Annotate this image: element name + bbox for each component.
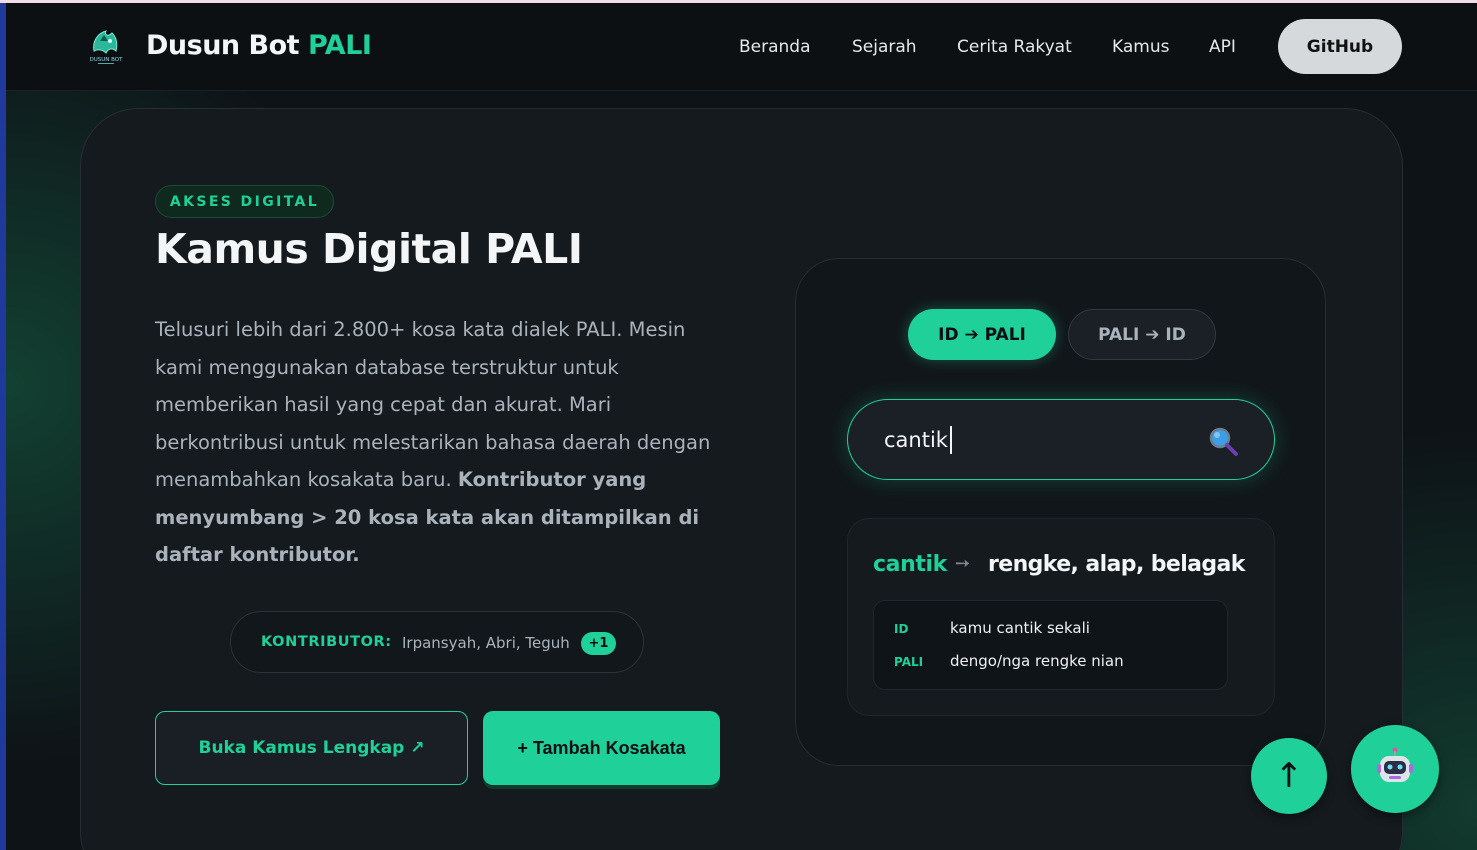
- nav-link-cerita-rakyat[interactable]: Cerita Rakyat: [957, 37, 1072, 57]
- contributor-pill: KONTRIBUTOR: Irpansyah, Abri, Teguh +1: [230, 611, 644, 673]
- brand-title[interactable]: Dusun Bot PALI: [146, 30, 372, 61]
- search-box: [847, 399, 1275, 480]
- nav-link-api[interactable]: API: [1209, 37, 1236, 57]
- github-button[interactable]: GitHub: [1278, 19, 1402, 74]
- open-dictionary-button[interactable]: Buka Kamus Lengkap ↗: [155, 711, 468, 785]
- contributor-names: Irpansyah, Abri, Teguh: [402, 634, 570, 652]
- contributor-more-badge[interactable]: +1: [581, 632, 616, 655]
- example-pali-text: dengo/nga rengke nian: [950, 652, 1124, 670]
- page-title: Kamus Digital PALI: [155, 225, 583, 273]
- nav-link-sejarah[interactable]: Sejarah: [852, 37, 917, 57]
- scroll-top-button[interactable]: ↑: [1251, 738, 1327, 814]
- example-id-text: kamu cantik sekali: [950, 619, 1090, 637]
- nav-link-kamus[interactable]: Kamus: [1112, 37, 1169, 57]
- nav-link-beranda[interactable]: Beranda: [739, 37, 811, 57]
- navbar: DUSUN BOT Dusun Bot PALI Beranda Sejarah…: [6, 3, 1477, 91]
- example-id-tag: ID: [894, 622, 909, 636]
- search-input[interactable]: [884, 424, 1184, 456]
- result-example: ID kamu cantik sekali PALI dengo/nga ren…: [873, 600, 1228, 690]
- contributor-label: KONTRIBUTOR:: [261, 634, 392, 650]
- search-icon[interactable]: [1206, 424, 1240, 458]
- logo-icon[interactable]: DUSUN BOT: [86, 25, 126, 67]
- example-pali-tag: PALI: [894, 655, 924, 669]
- add-vocabulary-button[interactable]: + Tambah Kosakata: [483, 711, 720, 785]
- result-arrow-icon: ➙: [955, 553, 971, 574]
- description: Telusuri lebih dari 2.800+ kosa kata dia…: [155, 311, 715, 574]
- chatbot-button[interactable]: [1351, 725, 1439, 813]
- description-text: Telusuri lebih dari 2.800+ kosa kata dia…: [155, 318, 711, 491]
- result-word: cantik: [873, 552, 947, 577]
- page: DUSUN BOT Dusun Bot PALI Beranda Sejarah…: [6, 3, 1477, 850]
- tab-id-to-pali[interactable]: ID ➔ PALI: [908, 309, 1056, 360]
- result-card: cantik ➙ rengke, alap, belagak ID kamu c…: [847, 518, 1275, 716]
- logo-text: DUSUN BOT: [89, 57, 123, 63]
- robot-icon: [1373, 745, 1417, 793]
- result-translation: rengke, alap, belagak: [988, 552, 1245, 577]
- tab-pali-to-id[interactable]: PALI ➔ ID: [1068, 309, 1216, 360]
- section-badge: AKSES DIGITAL: [155, 185, 334, 218]
- brand-accent: PALI: [308, 30, 372, 61]
- brand-main: Dusun Bot: [146, 30, 300, 61]
- text-caret: [950, 426, 952, 454]
